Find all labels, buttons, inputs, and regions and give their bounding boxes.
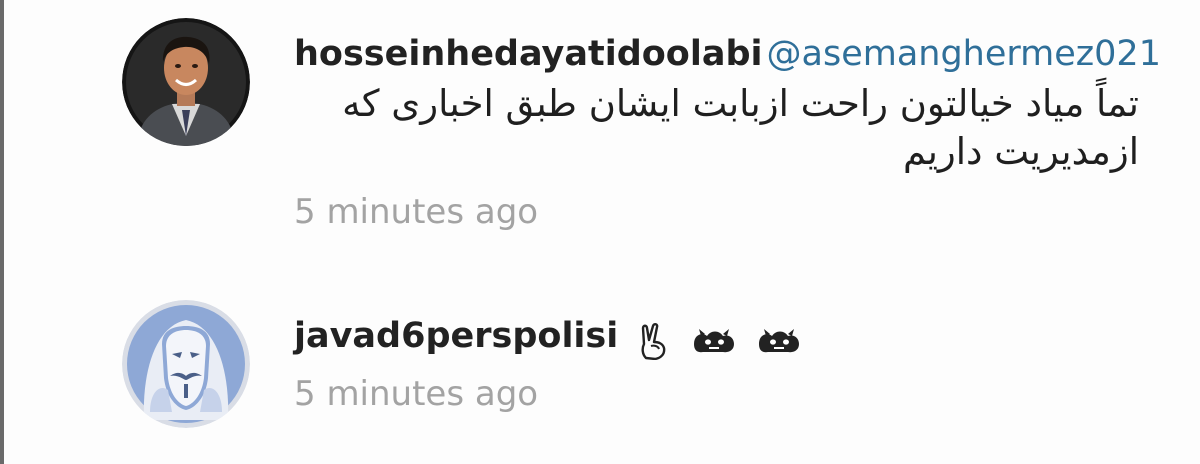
username-link[interactable]: javad6perspolisi bbox=[294, 316, 618, 356]
mention-link[interactable]: @asemanghermez021 bbox=[767, 34, 1161, 74]
window-edge bbox=[0, 0, 4, 464]
timestamp: 5 minutes ago bbox=[294, 192, 539, 232]
emoji-icon bbox=[691, 320, 737, 360]
emoji-icon bbox=[756, 320, 802, 360]
comment-header: hosseinhedayatidoolabi @asemanghermez021 bbox=[294, 34, 1200, 74]
comment-body: hosseinhedayatidoolabi @asemanghermez021 … bbox=[294, 34, 1200, 232]
comment-body: javad6perspolisi 5 minutes ago bbox=[294, 316, 1200, 414]
timestamp: 5 minutes ago bbox=[294, 374, 539, 414]
avatar[interactable] bbox=[122, 300, 250, 428]
comment-text: تماً میاد خیالتون راحت ازبابت ایشان طبق … bbox=[342, 82, 1139, 173]
comment-header: javad6perspolisi bbox=[294, 316, 1200, 360]
mask-avatar-icon bbox=[122, 300, 250, 428]
username-link[interactable]: hosseinhedayatidoolabi bbox=[294, 34, 763, 74]
comment-thread: hosseinhedayatidoolabi @asemanghermez021 … bbox=[0, 0, 1200, 464]
profile-photo-icon bbox=[122, 18, 250, 146]
avatar[interactable] bbox=[122, 18, 250, 146]
victory-hand-icon bbox=[637, 320, 671, 360]
